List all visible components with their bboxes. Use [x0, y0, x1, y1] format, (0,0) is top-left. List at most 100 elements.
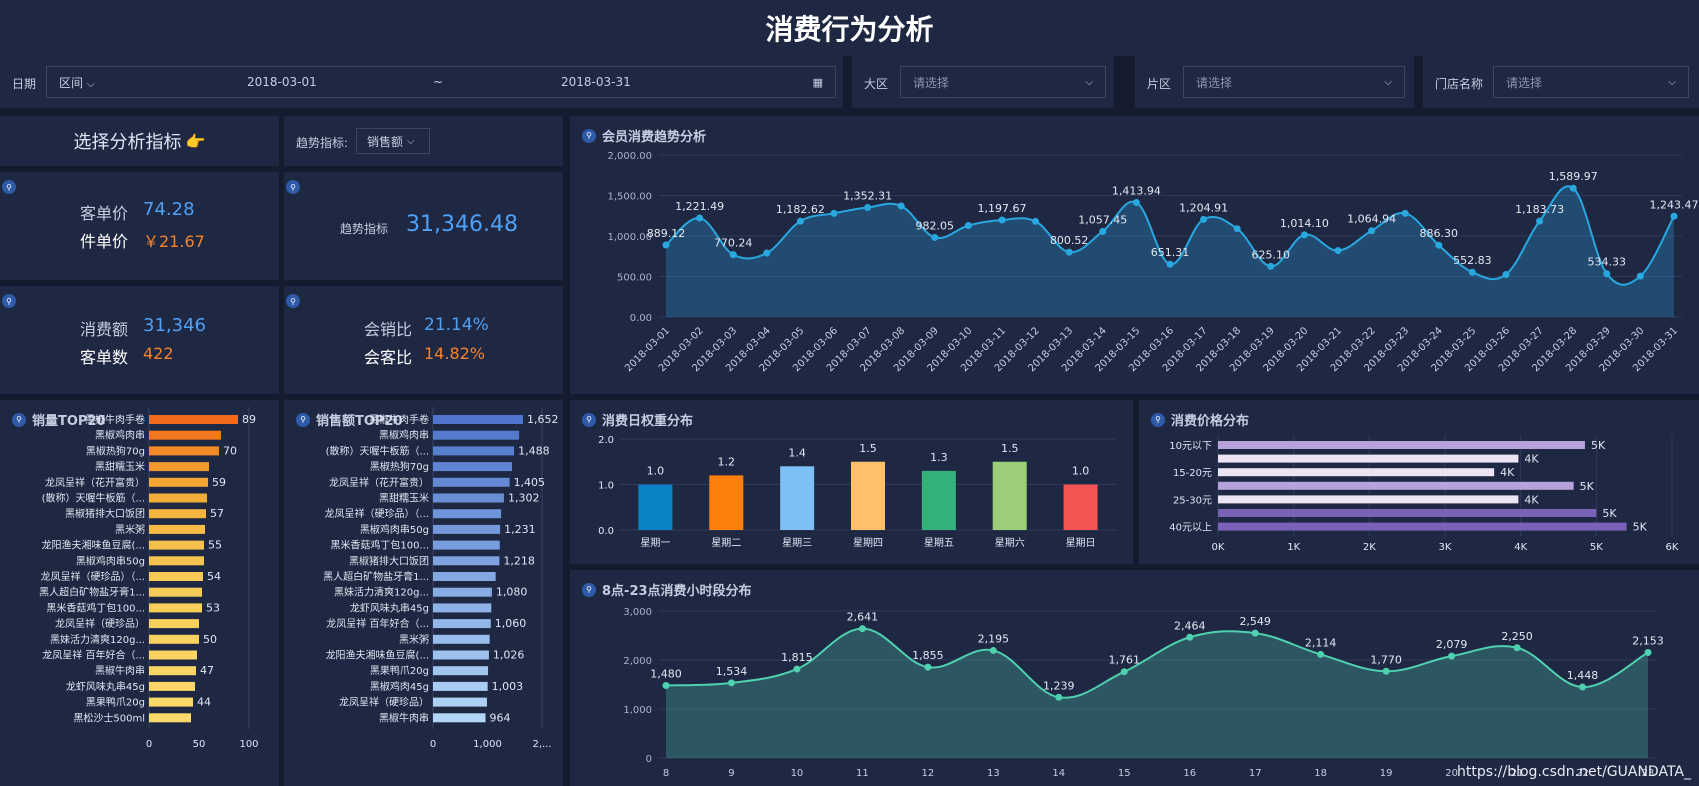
data-label: 1,231 — [504, 523, 536, 536]
x-tick-label: 14 — [1052, 768, 1065, 779]
date-range-picker[interactable]: 区间 ⌵ 2018-03-01 ~ 2018-03-31 ▦ — [46, 66, 836, 98]
y-tick-label: 3,000 — [623, 607, 652, 618]
bar — [433, 556, 500, 566]
bar — [433, 681, 488, 691]
data-label: 1,182.62 — [776, 203, 825, 216]
weekday-chart: 0.0 1.0 2.0 1.0 星期一 1.2 星期二 1.4 星期三 1.5 星期四 1.3 星期五 1… — [598, 435, 1116, 549]
range-separator: ~ — [433, 75, 444, 89]
series-area — [666, 628, 1648, 758]
category-label: 黑椒猪排大口饭团 — [65, 507, 145, 520]
data-point — [1200, 215, 1208, 223]
x-tick-label: 星期六 — [995, 537, 1025, 549]
page-title: 消费行为分析 — [765, 13, 934, 46]
bar — [433, 619, 491, 629]
category-label: 黑松沙士500ml — [73, 711, 145, 724]
range-mode-select[interactable]: 区间 ⌵ — [59, 74, 94, 91]
bar — [149, 666, 196, 676]
unit-price-value: ￥21.67 — [143, 232, 205, 251]
bar — [1063, 484, 1098, 530]
x-tick-label: 13 — [987, 768, 1000, 779]
data-point — [1186, 633, 1194, 641]
date-filter-panel: 日期 区间 ⌵ 2018-03-01 ~ 2018-03-31 ▦ — [0, 56, 843, 108]
x-tick-label: 16 — [1183, 768, 1196, 779]
data-point — [931, 233, 939, 241]
bar — [433, 524, 501, 534]
region-select[interactable]: 请选择 ⌵ — [900, 66, 1106, 98]
store-label: 门店名称 — [1435, 77, 1484, 91]
data-label: 89 — [242, 413, 256, 426]
member-customers-value: 14.82% — [424, 344, 486, 363]
bar — [433, 572, 496, 581]
bar — [433, 634, 490, 644]
bar — [149, 713, 191, 723]
kpi-card-trend: ⚲ 趋势指标 31,346.48 — [284, 172, 563, 280]
y-tick-label: 1,000.00 — [607, 232, 652, 243]
data-point — [897, 202, 905, 210]
data-label: 2,114 — [1305, 636, 1337, 649]
bar — [433, 540, 500, 550]
bar — [433, 477, 510, 487]
data-label: 1,589.97 — [1549, 170, 1598, 183]
trend-selector[interactable]: 销售额 ⌵ — [356, 128, 430, 154]
category-label: 黑甜糯玉米 — [95, 460, 145, 473]
category-label: 黑米香菇鸡丁包100... — [330, 539, 429, 552]
area-select[interactable]: 请选择 ⌵ — [1183, 66, 1405, 98]
bar — [1218, 509, 1597, 517]
data-point — [763, 249, 771, 257]
x-tick-label: 50 — [193, 739, 206, 750]
data-point — [1513, 644, 1521, 652]
spend-value: 31,346 — [143, 315, 206, 336]
date-from[interactable]: 2018-03-01 — [247, 75, 317, 89]
data-label: 1,448 — [1567, 669, 1599, 682]
data-label: 2,079 — [1436, 638, 1468, 651]
data-point — [830, 209, 838, 217]
data-label: 1.5 — [1001, 442, 1019, 455]
bar — [149, 540, 204, 550]
store-select[interactable]: 请选择 ⌵ — [1493, 66, 1689, 98]
category-label: (散称）天喔牛板筋（... — [326, 444, 429, 457]
data-point — [1334, 247, 1342, 255]
bar — [433, 650, 489, 660]
x-tick-label: 17 — [1249, 768, 1262, 779]
filter-icon[interactable]: ⚲ — [286, 180, 300, 194]
pointer-icon: 👉 — [185, 131, 206, 151]
date-to[interactable]: 2018-03-31 — [561, 75, 631, 89]
data-point — [1536, 217, 1544, 225]
data-label: 1,003 — [492, 680, 524, 693]
trend-chart: 0.00 500.00 1,000.00 1,500.00 2,000.00 889.12… — [607, 151, 1698, 374]
category-label: 龙阳渔夫湘味鱼豆腐(... — [42, 539, 145, 552]
region-label: 大区 — [864, 77, 889, 91]
bar — [149, 634, 199, 644]
data-label: 57 — [210, 507, 224, 520]
category-label: 龙凤呈祥（硬珍品）（... — [324, 507, 429, 520]
y-tick-label: 0.00 — [630, 313, 652, 324]
data-point — [696, 214, 704, 222]
data-label: 2,250 — [1501, 630, 1533, 643]
filter-icon[interactable]: ⚲ — [286, 294, 300, 308]
bar — [851, 461, 885, 530]
bar — [149, 556, 204, 566]
data-label: 1,413.94 — [1112, 184, 1161, 197]
hourly-panel: ⚲ 8点-23点消费小时段分布 0 1,000 2,000 3,000 1,480 8 1,5… — [570, 570, 1699, 786]
filter-icon[interactable]: ⚲ — [2, 294, 16, 308]
bar — [992, 461, 1027, 530]
kpi-card-price: ⚲ 客单价 74.28 件单价 ￥21.67 — [0, 172, 279, 280]
category-label: 黑椒热狗70g — [86, 444, 145, 457]
data-point — [1120, 668, 1128, 676]
bar — [638, 484, 673, 530]
data-label: 53 — [206, 601, 220, 614]
filter-icon[interactable]: ⚲ — [2, 180, 16, 194]
data-label: 625.10 — [1252, 248, 1291, 261]
calendar-icon[interactable]: ▦ — [813, 76, 823, 89]
data-label: 1,221.49 — [675, 200, 724, 213]
x-tick-label: 100 — [239, 739, 258, 750]
data-label: 770.24 — [714, 237, 753, 250]
category-label: 黑椒牛肉手卷 — [85, 413, 145, 426]
data-point — [1603, 270, 1611, 278]
x-tick-label: 2,... — [532, 739, 551, 750]
x-tick-label: 3K — [1439, 542, 1452, 553]
trend-selector-panel: 趋势指标: 销售额 ⌵ — [284, 116, 563, 166]
area-filter-panel: 片区 请选择 ⌵ — [1135, 56, 1414, 108]
data-point — [1099, 227, 1107, 235]
category-label: 黑甜糯玉米 — [379, 492, 429, 505]
